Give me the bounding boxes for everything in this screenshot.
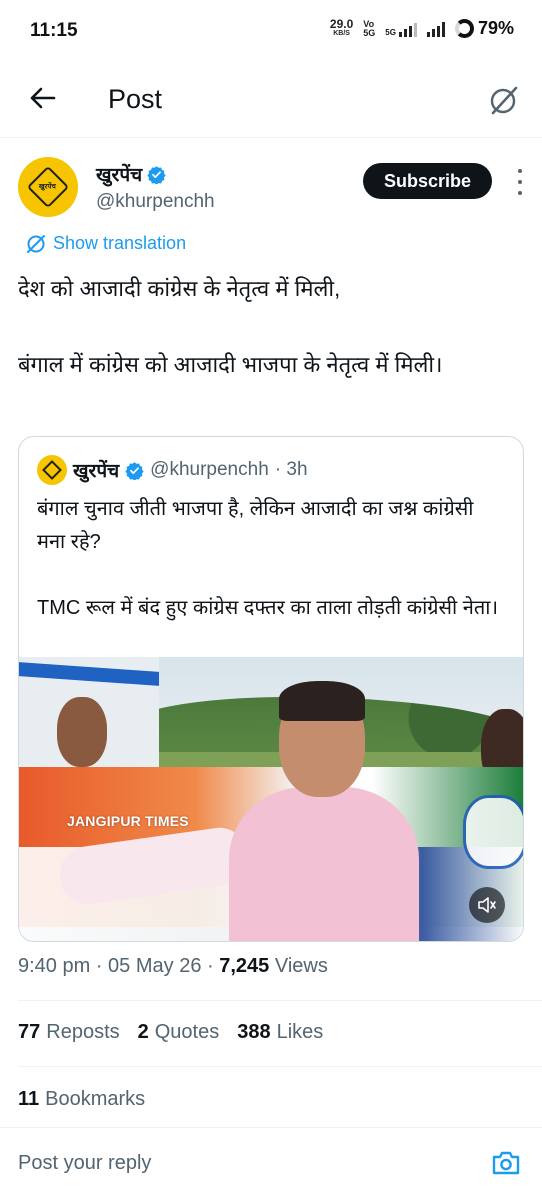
back-arrow-icon	[30, 87, 56, 109]
author-handle[interactable]: @khurpenchh	[96, 191, 215, 213]
quoted-text-1: बंगाल चुनाव जीती भाजपा है, लेकिन आजादी क…	[37, 498, 474, 553]
post-meta: 9:40 pm · 05 May 26 · 7,245 Views	[18, 955, 328, 977]
divider	[18, 1066, 542, 1067]
author-name-text: खुरपेंच	[96, 165, 143, 186]
battery-indicator: 79%	[454, 18, 514, 39]
author-name[interactable]: खुरपेंच	[96, 161, 166, 187]
reply-input[interactable]: Post your reply	[18, 1152, 151, 1175]
post-text-line2: बंगाल में कांग्रेस को आजादी भाजपा के नेत…	[18, 352, 443, 377]
post-stats: 77 Reposts 2 Quotes 388 Likes	[18, 1021, 323, 1044]
signal-5g-icon: 5G	[385, 21, 417, 37]
quoted-text-2: TMC रूल में बंद हुए कांग्रेस दफ्तर का ता…	[37, 597, 499, 619]
quoted-post-time: · 3h	[274, 459, 308, 480]
show-translation-link[interactable]: Show translation	[26, 233, 186, 254]
quoted-author-handle: @khurpenchh	[150, 459, 269, 480]
status-icons: 29.0 KB/S Vo 5G 5G 79%	[330, 18, 514, 39]
quoted-author-name: खुरपेंच	[73, 461, 120, 482]
likes-stat[interactable]: 388 Likes	[237, 1021, 323, 1044]
mute-button[interactable]	[469, 887, 505, 923]
back-button[interactable]	[22, 78, 62, 118]
post-date: 05 May 26	[108, 955, 202, 977]
reply-bar: Post your reply	[0, 1127, 542, 1200]
post-author: खुरपेंच खुरपेंच @khurpenchh Subscribe	[18, 155, 524, 221]
post-time: 9:40 pm	[18, 955, 91, 977]
network-speed: 29.0 KB/S	[330, 18, 353, 39]
quoted-video[interactable]: JANGIPUR TIMES	[19, 657, 523, 941]
quoted-post[interactable]: खुरपेंच @khurpenchh · 3h बंगाल चुनाव जीत…	[18, 436, 524, 942]
page-title: Post	[108, 84, 163, 114]
more-vertical-icon[interactable]	[512, 169, 528, 195]
bookmarks-stat[interactable]: 11 Bookmarks	[18, 1088, 145, 1111]
bookmarks-count: 11	[18, 1088, 40, 1110]
subscribe-button[interactable]: Subscribe	[362, 163, 492, 199]
battery-level: 79%	[477, 18, 514, 38]
status-time: 11:15	[30, 20, 78, 41]
grok-button[interactable]	[484, 80, 524, 120]
verified-badge-icon	[125, 461, 144, 480]
grok-icon	[490, 86, 518, 115]
post-text-line1: देश को आजादी कांग्रेस के नेतृत्व में मिल…	[18, 276, 341, 301]
quotes-stat[interactable]: 2 Quotes	[138, 1021, 220, 1044]
show-translation-label: Show translation	[53, 233, 187, 253]
header: Post	[0, 62, 542, 138]
camera-icon	[492, 1151, 520, 1175]
camera-button[interactable]	[490, 1148, 522, 1178]
views-count: 7,245	[219, 955, 270, 977]
quoted-post-header: खुरपेंच @khurpenchh · 3h	[37, 455, 308, 485]
translate-icon	[27, 234, 45, 253]
post-text: देश को आजादी कांग्रेस के नेतृत्व में मिल…	[18, 270, 524, 384]
verified-badge-icon	[147, 165, 166, 184]
network-label: 5G	[385, 27, 396, 37]
reposts-stat[interactable]: 77 Reposts	[18, 1021, 120, 1044]
views-label: Views	[274, 955, 328, 977]
video-subject	[55, 681, 419, 941]
quoted-avatar	[37, 455, 67, 485]
battery-icon	[454, 19, 474, 38]
divider	[18, 1000, 542, 1001]
status-bar: 11:15 29.0 KB/S Vo 5G 5G 79%	[0, 0, 542, 62]
mute-icon	[478, 897, 496, 913]
speed-unit: KB/S	[333, 29, 350, 37]
quoted-post-text: बंगाल चुनाव जीती भाजपा है, लेकिन आजादी क…	[37, 493, 507, 625]
bookmarks-label: Bookmarks	[45, 1088, 146, 1110]
video-watermark: JANGIPUR TIMES	[67, 813, 189, 829]
volte-icon: Vo 5G	[363, 18, 376, 38]
signal-icon	[426, 21, 445, 37]
avatar[interactable]: खुरपेंच	[18, 157, 78, 217]
avatar-logo: खुरपेंच	[26, 165, 70, 209]
